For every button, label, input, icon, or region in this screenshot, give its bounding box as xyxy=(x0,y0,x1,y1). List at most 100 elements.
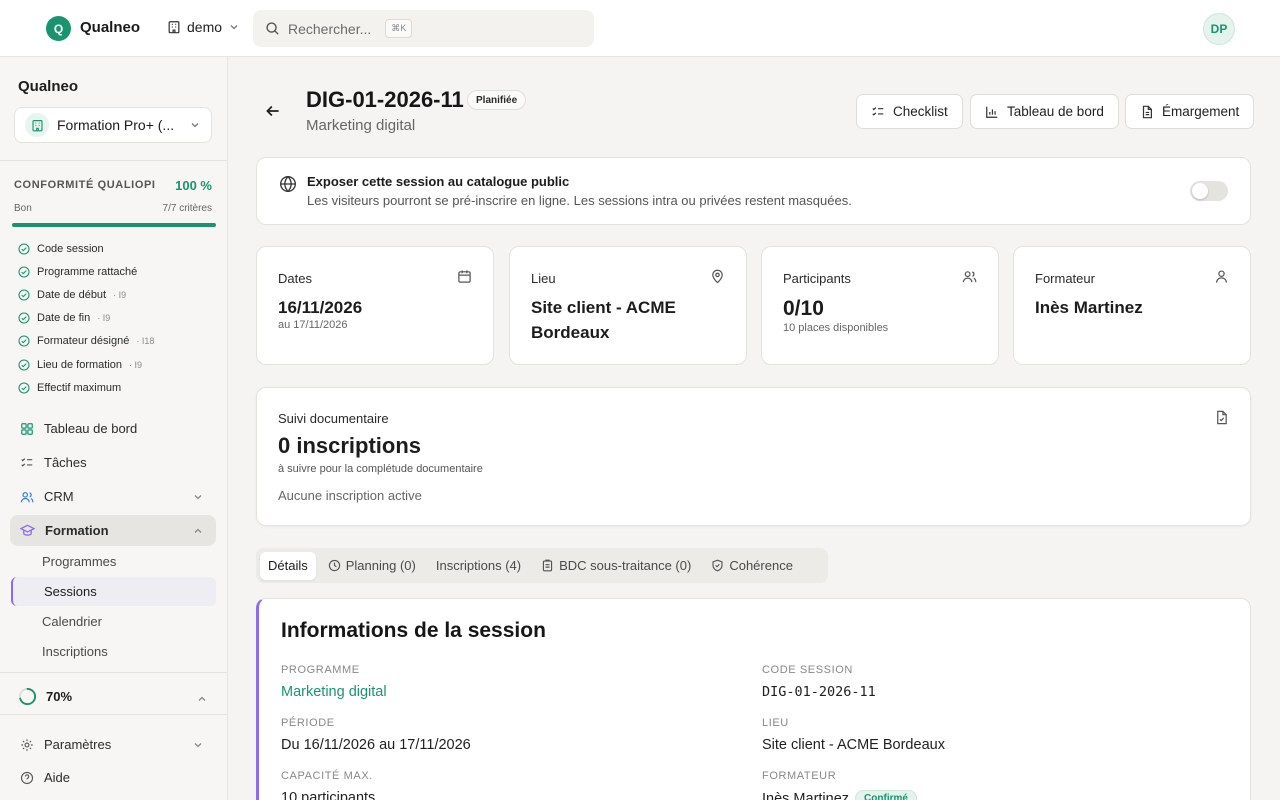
calendar-icon xyxy=(458,270,471,283)
dashboard-button[interactable]: Tableau de bord xyxy=(970,94,1119,129)
tab-bdc[interactable]: BDC sous-traitance (0) xyxy=(533,552,699,580)
sidebar-item-label: Paramètres xyxy=(44,737,112,752)
building-icon xyxy=(25,113,49,137)
tab-inscriptions[interactable]: Inscriptions (4) xyxy=(428,552,529,580)
workspace-selector[interactable]: Formation Pro+ (... xyxy=(14,107,212,143)
programme-link[interactable]: Marketing digital xyxy=(281,684,387,700)
check-label: Date de fin xyxy=(37,312,91,325)
sidebar-item-help[interactable]: Aide xyxy=(10,762,216,793)
search-shortcut: ⌘K xyxy=(385,19,413,38)
org-switcher[interactable]: demo xyxy=(167,19,240,35)
tab-label: Planning (0) xyxy=(345,558,416,573)
divider xyxy=(0,714,227,715)
check-label: Effectif maximum xyxy=(37,381,122,394)
list-item: Programme rattaché xyxy=(18,260,154,283)
progress-label: 70% xyxy=(46,689,73,704)
tab-details[interactable]: Détails xyxy=(260,551,316,580)
session-tabs: Détails Planning (0) Inscriptions (4) BD… xyxy=(256,548,828,583)
location-label: LIEU xyxy=(762,717,789,729)
dates-label: Dates xyxy=(278,271,312,286)
check-label: Lieu de formation xyxy=(37,358,122,371)
check-ref: · I18 xyxy=(136,336,155,347)
sidebar-subitem-programmes[interactable]: Programmes xyxy=(42,554,116,569)
list-item: Date de début · I9 xyxy=(18,283,154,306)
dates-value: 16/11/2026 xyxy=(278,298,363,317)
check-circle-icon xyxy=(18,382,30,394)
list-item: Formateur désigné · I18 xyxy=(18,330,154,353)
sidebar-item-formation[interactable]: Formation xyxy=(10,515,216,546)
shield-check-icon xyxy=(712,559,723,572)
sidebar: Qualneo Formation Pro+ (... CONFORMITÉ Q… xyxy=(0,57,228,800)
public-catalog-toggle[interactable] xyxy=(1190,181,1228,201)
list-item: Date de fin · I9 xyxy=(18,307,154,330)
list-item: Lieu de formation · I9 xyxy=(18,353,154,376)
location-value: Site client - ACME Bordeaux xyxy=(531,298,676,342)
sidebar-subitem-inscriptions[interactable]: Inscriptions xyxy=(42,644,108,659)
capacity-label: CAPACITÉ MAX. xyxy=(281,770,373,782)
document-tracking-card: Suivi documentaire 0 inscriptions à suiv… xyxy=(256,387,1251,526)
app-logo[interactable]: Q xyxy=(46,16,71,41)
conformity-title: CONFORMITÉ QUALIOPI xyxy=(14,179,156,191)
document-icon xyxy=(1142,105,1152,118)
trainer-status-badge: Confirmé xyxy=(855,790,917,800)
period-value: Du 16/11/2026 au 17/11/2026 xyxy=(281,737,471,753)
participants-card: Participants 0/10 10 places disponibles xyxy=(761,246,999,365)
trainer-value: Inès Martinez xyxy=(1035,298,1143,317)
top-bar: Q Qualneo demo Rechercher... ⌘K DP xyxy=(0,0,1280,57)
chevron-down-icon xyxy=(191,123,199,128)
clock-icon xyxy=(328,559,340,572)
period-label: PÉRIODE xyxy=(281,717,335,729)
chevron-up-icon xyxy=(194,528,202,533)
sidebar-subitem-sessions[interactable]: Sessions xyxy=(44,584,97,599)
chevron-up-icon[interactable] xyxy=(196,693,208,705)
check-label: Programme rattaché xyxy=(37,265,138,278)
user-icon xyxy=(1216,270,1227,283)
participants-value: 0/10 xyxy=(783,297,824,320)
dates-sub: au 17/11/2026 xyxy=(278,319,348,331)
attendance-button[interactable]: Émargement xyxy=(1125,94,1255,129)
map-pin-icon xyxy=(712,269,723,284)
document-tracking-sub: à suivre pour la complétude documentaire xyxy=(278,463,483,475)
code-value: DIG-01-2026-11 xyxy=(762,684,876,700)
session-info-title: Informations de la session xyxy=(281,619,546,642)
tab-planning[interactable]: Planning (0) xyxy=(320,552,424,580)
sidebar-item-crm[interactable]: CRM xyxy=(10,481,216,512)
checklist-button[interactable]: Checklist xyxy=(856,94,963,129)
sidebar-item-dashboard[interactable]: Tableau de bord xyxy=(10,413,216,444)
sidebar-subitem-calendar[interactable]: Calendrier xyxy=(42,614,102,629)
user-avatar[interactable]: DP xyxy=(1203,13,1235,45)
chevron-down-icon xyxy=(230,25,238,30)
conformity-progress-bar xyxy=(12,223,216,227)
location-card: Lieu Site client - ACME Bordeaux xyxy=(509,246,747,365)
sidebar-item-tasks[interactable]: Tâches xyxy=(10,447,216,478)
check-circle-icon xyxy=(18,335,30,347)
help-circle-icon xyxy=(20,771,34,784)
button-label: Tableau de bord xyxy=(1007,104,1104,119)
check-circle-icon xyxy=(18,358,30,371)
search-bar[interactable]: Rechercher... ⌘K xyxy=(253,10,594,47)
sidebar-item-label: Tâches xyxy=(44,455,87,470)
tab-label: Cohérence xyxy=(729,558,793,573)
globe-icon xyxy=(280,175,296,193)
button-label: Émargement xyxy=(1162,104,1240,119)
onboarding-progress[interactable]: 70% xyxy=(18,687,72,706)
check-circle-icon xyxy=(18,243,30,255)
tab-label: Inscriptions (4) xyxy=(435,558,522,573)
grid-icon xyxy=(21,422,33,435)
app-name[interactable]: Qualneo xyxy=(80,19,140,36)
org-name: demo xyxy=(187,19,223,35)
back-arrow-icon[interactable] xyxy=(264,102,282,120)
trainer-label: FORMATEUR xyxy=(762,770,837,782)
sidebar-item-settings[interactable]: Paramètres xyxy=(10,729,216,760)
check-circle-icon xyxy=(18,289,30,301)
trainer-label: Formateur xyxy=(1035,271,1095,286)
file-check-icon xyxy=(1217,410,1227,425)
tab-coherence[interactable]: Cohérence xyxy=(703,552,801,580)
divider xyxy=(0,672,227,673)
users-icon xyxy=(962,271,977,283)
check-circle-icon xyxy=(18,312,30,324)
check-label: Date de début xyxy=(37,288,107,301)
gear-icon xyxy=(21,738,33,751)
chevron-down-icon xyxy=(194,495,202,500)
trainer-value: Inès Martinez xyxy=(762,791,850,800)
